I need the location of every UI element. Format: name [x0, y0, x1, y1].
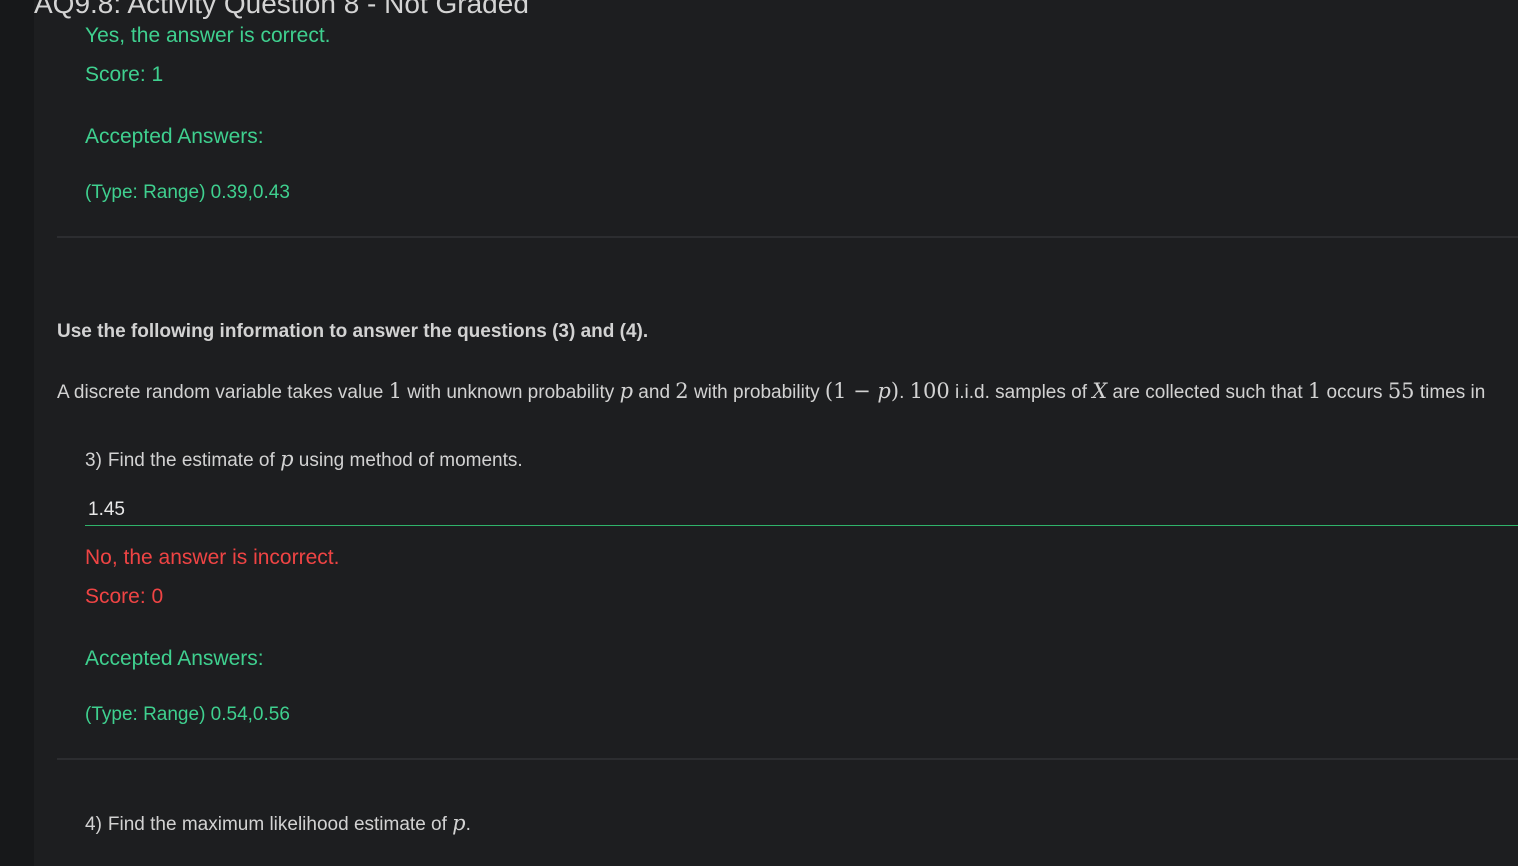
q3-accepted-answers-label: Accepted Answers:: [85, 647, 264, 670]
problem-text: A discrete random variable takes value: [57, 382, 389, 403]
math-expression: ): [890, 379, 900, 403]
page-title: AQ9.8: Activity Question 8 - Not Graded: [34, 0, 529, 19]
math-value: 2: [675, 379, 689, 403]
divider: [57, 758, 1518, 760]
question-text: .: [465, 814, 471, 835]
math-value: 55: [1387, 379, 1415, 403]
problem-text: with probability: [688, 382, 825, 403]
problem-text: with unknown probability: [402, 382, 620, 403]
question-text: using method of moments.: [293, 450, 523, 471]
q2-status-correct: Yes, the answer is correct.: [85, 24, 331, 47]
math-variable: p: [452, 811, 466, 835]
math-variable: p: [280, 447, 294, 471]
math-variable: X: [1092, 379, 1108, 403]
q3-accepted-answer-value: (Type: Range) 0.54,0.56: [85, 704, 290, 725]
problem-text: are collected such that: [1107, 382, 1308, 403]
problem-text: times in: [1414, 382, 1486, 403]
question-number: 4): [85, 814, 102, 835]
problem-text: i.i.d. samples of: [949, 382, 1093, 403]
math-variable: p: [619, 379, 634, 403]
question-4: 4) Find the maximum likelihood estimate o…: [85, 810, 471, 838]
problem-statement: A discrete random variable takes value 1…: [57, 377, 1485, 407]
problem-text: and: [633, 382, 676, 403]
question-number: 3): [85, 450, 102, 471]
q3-answer-input[interactable]: [85, 494, 1518, 526]
problem-text: occurs: [1321, 382, 1388, 403]
q2-accepted-answers-label: Accepted Answers:: [85, 125, 264, 148]
q3-score: Score: 0: [85, 585, 164, 608]
q2-accepted-answer-value: (Type: Range) 0.39,0.43: [85, 182, 290, 203]
q2-score: Score: 1: [85, 63, 164, 86]
question-text: Find the maximum likelihood estimate of: [107, 814, 453, 835]
problem-text: .: [899, 382, 910, 403]
question-3: 3) Find the estimate of p using method of…: [85, 446, 523, 474]
left-gutter: [0, 0, 34, 866]
math-variable: p: [877, 379, 891, 403]
math-value: 1: [388, 379, 402, 403]
page: AQ9.8: Activity Question 8 - Not Graded …: [0, 0, 1518, 866]
math-value: 100: [909, 379, 950, 403]
divider: [57, 236, 1518, 238]
q3-status-incorrect: No, the answer is incorrect.: [85, 546, 340, 569]
question-text: Find the estimate of: [107, 450, 281, 471]
math-expression: (1 −: [824, 379, 878, 403]
math-value: 1: [1307, 379, 1322, 403]
instruction-text: Use the following information to answer …: [57, 321, 649, 342]
